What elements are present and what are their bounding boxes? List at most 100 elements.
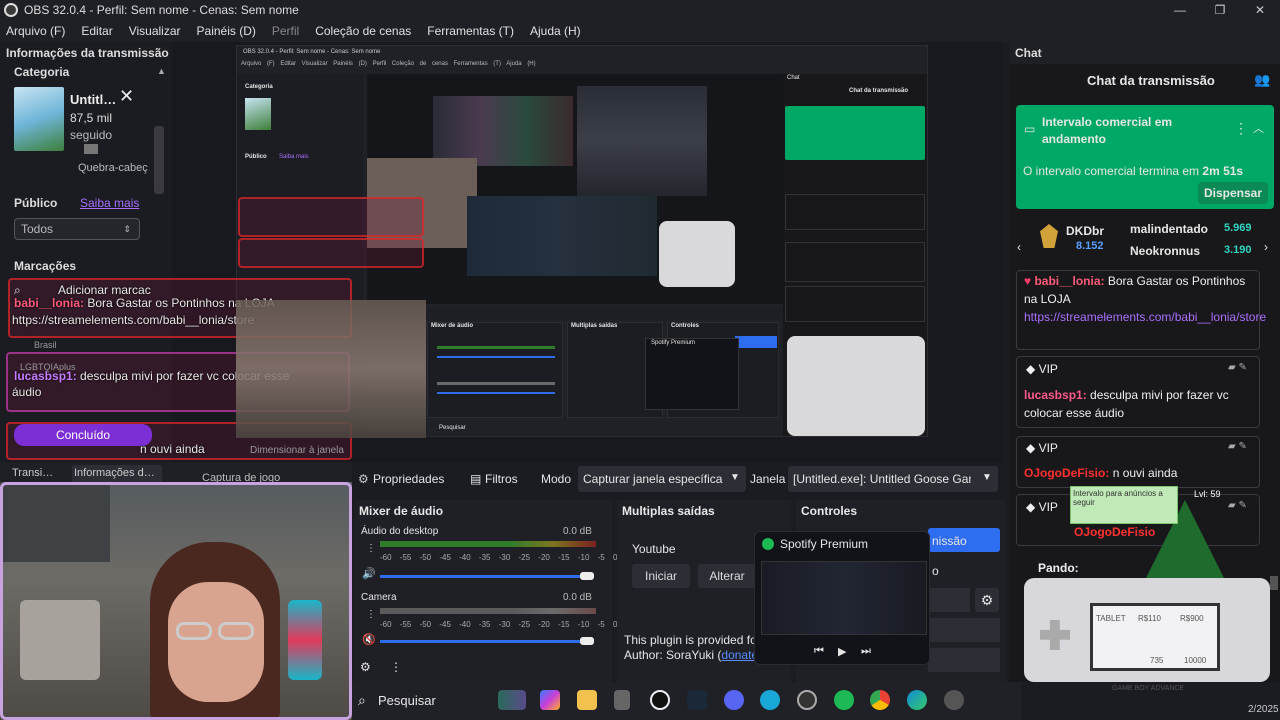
clock-fragment: 2/2025	[1248, 704, 1279, 715]
note-text: Intervalo para anúncios a seguir	[1073, 489, 1163, 507]
chat-panel-title: Chat	[1015, 46, 1042, 60]
copilot-icon[interactable]	[540, 690, 560, 710]
obs-icon-2[interactable]	[797, 690, 817, 710]
prev-icon[interactable]: ⏮	[814, 645, 824, 658]
menu-tools[interactable]: Ferramentas (T)	[427, 24, 514, 38]
collapse-ad-icon[interactable]: ︿	[1253, 120, 1264, 136]
pin-icon-2[interactable]: ▰ ✎	[1228, 441, 1247, 452]
filter-icon: ▤	[470, 472, 482, 486]
taskbar-search-icon[interactable]: ⌕	[358, 692, 366, 709]
pin-icon[interactable]: ▰ ✎	[1228, 362, 1247, 373]
close-button[interactable]: ✕	[1240, 0, 1280, 20]
public-select[interactable]: Todos ⇕	[14, 218, 140, 240]
tab-transitions[interactable]: Transi…	[12, 467, 53, 479]
overlay-user-1: babi__lonia:	[14, 296, 85, 310]
spotify-taskbar-icon[interactable]	[834, 690, 854, 710]
msg3-user[interactable]: OJogoDeFisio:	[1024, 466, 1109, 480]
learn-more-link[interactable]: Saiba mais	[80, 196, 139, 210]
muted-speaker-icon[interactable]: 🔇	[362, 633, 376, 646]
menu-docks[interactable]: Painéis (D)	[197, 24, 256, 38]
ad-more-icon[interactable]: ⋮	[1234, 120, 1248, 137]
leaderboard-next-icon[interactable]: ›	[1264, 240, 1268, 254]
gb-brand: GAME BOY ADVANCE	[1112, 685, 1185, 692]
menu-help[interactable]: Ajuda (H)	[530, 24, 581, 38]
edge-icon[interactable]	[907, 690, 927, 710]
filters-button[interactable]: Filtros	[485, 472, 518, 486]
control-button-4[interactable]	[928, 648, 1000, 672]
remove-category-icon[interactable]: ✕	[119, 86, 134, 107]
app-icon[interactable]	[614, 690, 630, 710]
control-button-3[interactable]	[928, 618, 1000, 642]
chat-scrollbar[interactable]	[1270, 576, 1278, 590]
msg1-user[interactable]: babi__lonia:	[1034, 274, 1104, 288]
ad-title: Intervalo comercial em andamento	[1042, 115, 1173, 146]
menu-edit[interactable]: Editar	[81, 24, 112, 38]
category-cover-image	[14, 87, 64, 151]
overlay-text-2: https://streamelements.com/babi__lonia/s…	[12, 313, 255, 327]
start-streaming-fragment: nissão	[932, 534, 967, 548]
minimize-button[interactable]: —	[1160, 0, 1200, 20]
left-scrollbar[interactable]	[154, 126, 164, 194]
menu-scene-collection[interactable]: Coleção de cenas	[315, 24, 411, 38]
settings-taskbar-icon[interactable]	[944, 690, 964, 710]
browser-icon[interactable]	[760, 690, 780, 710]
desktop-audio-label: Áudio do desktop	[361, 526, 439, 537]
msg5-user[interactable]: Pando:	[1038, 561, 1079, 575]
studio-mode-button[interactable]	[928, 588, 970, 612]
more-icon-2[interactable]: ⋮	[366, 609, 376, 620]
nested-controls: Controles	[671, 323, 700, 329]
play-icon[interactable]: ▶	[838, 645, 846, 658]
window-value: [Untitled.exe]: Untitled Goose Game	[793, 472, 971, 486]
next-icon[interactable]: ⏭	[861, 645, 871, 658]
collapse-icon[interactable]: ▲	[157, 66, 166, 76]
more-icon[interactable]: ⋮	[366, 543, 376, 554]
donate-link[interactable]: donate	[721, 648, 758, 662]
discord-icon[interactable]	[724, 690, 744, 710]
pin-icon-3[interactable]: ▰ ✎	[1228, 500, 1247, 511]
public-select-value: Todos	[21, 222, 54, 236]
gb-price-2: R$900	[1180, 614, 1204, 623]
spotify-icon	[762, 538, 774, 550]
tab-stream-info[interactable]: Informações d…	[74, 467, 155, 479]
vip-label-1: VIP	[1038, 362, 1058, 376]
menu-file[interactable]: Arquivo (F)	[6, 24, 65, 38]
mixer-menu-icon[interactable]: ⋮	[390, 660, 402, 674]
start-output-button[interactable]: Iniciar	[632, 564, 690, 588]
menu-profile[interactable]: Perfil	[272, 24, 299, 38]
msg1-link[interactable]: https://streamelements.com/babi__lonia/s…	[1024, 310, 1266, 324]
done-button[interactable]: Concluído	[14, 424, 152, 446]
chevron-down-icon: ▼	[730, 472, 740, 483]
chrome-icon[interactable]	[870, 690, 890, 710]
resize-to-window[interactable]: Dimensionar à janela	[250, 445, 344, 456]
user-list-icon[interactable]: 👥	[1254, 72, 1270, 88]
obs-taskbar-icon[interactable]	[650, 690, 670, 710]
camera-volume-knob[interactable]	[580, 637, 594, 645]
maximize-button[interactable]: ❐	[1200, 0, 1240, 20]
camera-volume-slider[interactable]	[380, 640, 590, 643]
msg2-user[interactable]: lucasbsp1:	[1024, 388, 1087, 402]
overlay-country: Brasil	[34, 340, 57, 350]
desktop-audio-db: 0.0 dB	[563, 526, 592, 537]
taskbar-search[interactable]: Pesquisar	[378, 693, 436, 708]
leaderboard-prev-icon[interactable]: ‹	[1017, 240, 1021, 254]
tv-icon: ▭	[1024, 122, 1036, 136]
properties-button[interactable]: Propriedades	[373, 472, 444, 486]
widget-icon[interactable]	[498, 690, 526, 710]
add-marker-field[interactable]: Adicionar marcac	[58, 283, 151, 297]
menu-view[interactable]: Visualizar	[129, 24, 181, 38]
settings-gear-icon[interactable]: ⚙	[975, 588, 999, 612]
change-output-button[interactable]: Alterar	[698, 564, 756, 588]
mode-value: Capturar janela específica	[583, 472, 723, 486]
desktop-volume-knob[interactable]	[580, 572, 594, 580]
tag-chip	[84, 144, 98, 154]
folder-icon[interactable]	[577, 690, 597, 710]
mixer-settings-icon[interactable]: ⚙	[360, 660, 371, 674]
webcam-preview-mirror	[236, 300, 426, 438]
gb-price-1: R$110	[1138, 614, 1161, 623]
speaker-icon[interactable]: 🔊	[362, 567, 376, 580]
desktop-volume-slider[interactable]	[380, 575, 590, 578]
camera-scale: -60 -55 -50 -45 -40 -35 -30 -25 -20 -15 …	[380, 620, 618, 629]
steam-icon[interactable]	[687, 690, 707, 710]
leader2-points: 5.969	[1224, 222, 1252, 234]
dismiss-button[interactable]: Dispensar	[1198, 182, 1268, 204]
